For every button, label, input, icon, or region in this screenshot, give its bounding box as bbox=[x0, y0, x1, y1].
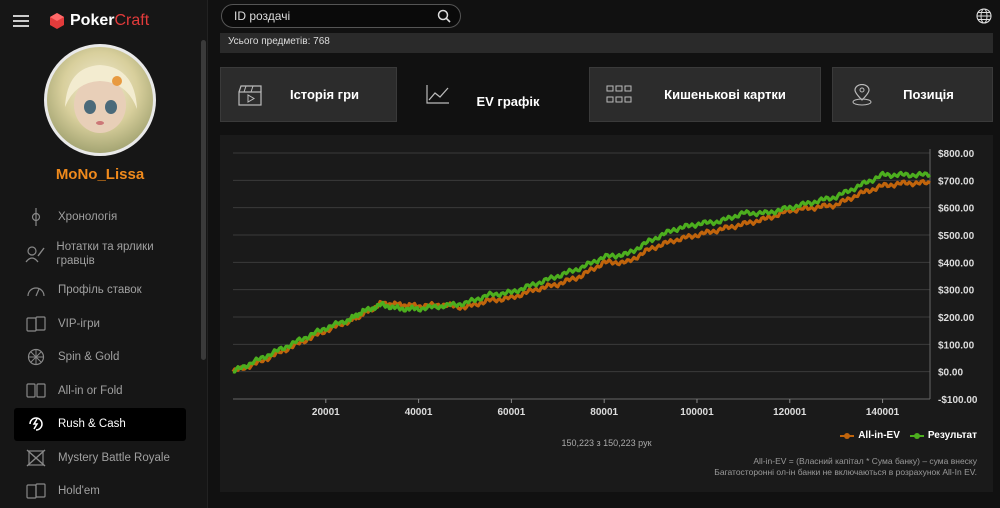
app-window: Poker Craft MoNo_Lissa Хронологія Нотатки… bbox=[0, 0, 1000, 508]
series-allin-ev bbox=[231, 178, 931, 373]
gauge-icon bbox=[24, 280, 48, 300]
tab-label: Історія гри bbox=[289, 87, 360, 102]
y-tick-label: $600.00 bbox=[938, 204, 975, 215]
sidebar-item-label: Hold'em bbox=[58, 485, 100, 498]
tab-game-history[interactable]: Історія гри bbox=[220, 67, 397, 122]
globe-icon[interactable] bbox=[976, 8, 992, 24]
x-tick-label: 40001 bbox=[405, 407, 433, 418]
grid-icon bbox=[606, 85, 632, 103]
x-tick-label: 60001 bbox=[497, 407, 525, 418]
sidebar-item-label: Хронологія bbox=[58, 210, 118, 223]
sidebar-item-label: VIP-ігри bbox=[58, 317, 100, 330]
y-tick-label: $500.00 bbox=[938, 231, 975, 242]
y-tick-label: $100.00 bbox=[938, 340, 975, 351]
spin-wheel-icon bbox=[24, 347, 48, 367]
sidebar-item-vip-games[interactable]: VIP-ігри bbox=[14, 307, 186, 341]
tab-pocket-cards[interactable]: Кишенькові картки bbox=[589, 67, 821, 122]
avatar[interactable] bbox=[44, 44, 156, 156]
legend-marker-result bbox=[909, 432, 924, 439]
y-axis: $800.00 $700.00 $600.00 $500.00 $400.00 $300.… bbox=[938, 149, 978, 406]
search-input[interactable] bbox=[221, 4, 461, 28]
sidebar-item-label: Mystery Battle Royale bbox=[58, 451, 170, 464]
y-tick-label: $200.00 bbox=[938, 313, 975, 324]
menu-icon[interactable] bbox=[13, 15, 29, 28]
allin-ev-formula-note: All-in-EV = (Власний капітал * Сума банк… bbox=[753, 456, 977, 466]
legend-marker-allin-ev bbox=[840, 432, 855, 439]
y-tick-label: $700.00 bbox=[938, 176, 975, 187]
sidebar-item-spin-gold[interactable]: Spin & Gold bbox=[14, 341, 186, 375]
y-tick-label: $800.00 bbox=[938, 149, 975, 160]
sidebar: Poker Craft MoNo_Lissa Хронологія Нотатки… bbox=[0, 0, 208, 508]
x-axis: 20001 40001 60001 80001 100001 120001 140001 bbox=[312, 399, 900, 418]
player-notes-icon bbox=[24, 244, 46, 264]
y-tick-label: $400.00 bbox=[938, 258, 975, 269]
y-tick-label: $300.00 bbox=[938, 286, 975, 297]
sidebar-item-all-in-fold[interactable]: All-in or Fold bbox=[14, 374, 186, 408]
hands-summary: 150,223 з 150,223 рук bbox=[561, 438, 652, 448]
sidebar-item-label: Spin & Gold bbox=[58, 351, 120, 364]
logo-text-main: Poker bbox=[70, 12, 115, 29]
x-tick-label: 80001 bbox=[590, 407, 618, 418]
sidebar-item-label: All-in or Fold bbox=[58, 384, 123, 397]
logo-text-accent: Craft bbox=[114, 12, 150, 29]
x-tick-label: 120001 bbox=[773, 407, 807, 418]
search-icon[interactable] bbox=[437, 9, 451, 23]
tab-position[interactable]: Позиція bbox=[832, 67, 993, 122]
items-count: Усього предметів: 768 bbox=[220, 33, 993, 53]
logo: Poker Craft bbox=[50, 12, 149, 30]
sidebar-item-timeline[interactable]: Хронологія bbox=[14, 200, 186, 234]
series-result bbox=[232, 170, 932, 374]
tab-label: Позиція bbox=[903, 87, 954, 102]
y-tick-label: $0.00 bbox=[938, 368, 963, 379]
x-tick-label: 100001 bbox=[680, 407, 714, 418]
sidebar-item-stake-profile[interactable]: Профіль ставок bbox=[14, 274, 186, 308]
sidebar-item-holdem[interactable]: Hold'em bbox=[14, 475, 186, 508]
username[interactable]: MoNo_Lissa bbox=[0, 166, 200, 183]
multiway-note: Багатосторонні ол-ін банки не включаютьс… bbox=[714, 467, 977, 477]
sidebar-item-player-notes[interactable]: Нотатки та ярлики гравців bbox=[14, 234, 186, 274]
y-tick-label: -$100.00 bbox=[938, 395, 978, 406]
vip-cards-icon bbox=[24, 314, 48, 334]
all-in-icon bbox=[24, 381, 48, 401]
sidebar-nav: Хронологія Нотатки та ярлики гравців Про… bbox=[14, 200, 186, 508]
pokercraft-logo-icon bbox=[50, 13, 64, 29]
battle-royale-icon bbox=[24, 448, 48, 468]
timeline-icon bbox=[24, 207, 48, 227]
ev-chart-panel: $800.00 $700.00 $600.00 $500.00 $400.00 $300.… bbox=[220, 135, 993, 492]
sidebar-item-mystery-battle-royale[interactable]: Mystery Battle Royale bbox=[14, 441, 186, 475]
chart-series bbox=[231, 170, 932, 374]
x-tick-label: 140001 bbox=[866, 407, 900, 418]
sidebar-item-label: Нотатки та ярлики гравців bbox=[56, 240, 154, 267]
rush-cash-icon bbox=[24, 414, 48, 434]
ev-chart: $800.00 $700.00 $600.00 $500.00 $400.00 $300.… bbox=[231, 149, 978, 418]
chart-grid bbox=[233, 149, 931, 400]
x-tick-label: 20001 bbox=[312, 407, 340, 418]
tab-label: EV графік bbox=[476, 93, 540, 109]
tab-label: Кишенькові картки bbox=[664, 87, 786, 102]
sidebar-scrollbar[interactable] bbox=[201, 40, 206, 360]
tab-ev-graph[interactable]: EV графік bbox=[409, 67, 577, 135]
sidebar-item-label: Профіль ставок bbox=[58, 284, 142, 297]
holdem-cards-icon bbox=[24, 481, 48, 501]
sidebar-item-label: Rush & Cash bbox=[58, 418, 126, 431]
doll-avatar-image bbox=[65, 65, 137, 133]
sidebar-item-rush-cash[interactable]: Rush & Cash bbox=[14, 407, 186, 441]
